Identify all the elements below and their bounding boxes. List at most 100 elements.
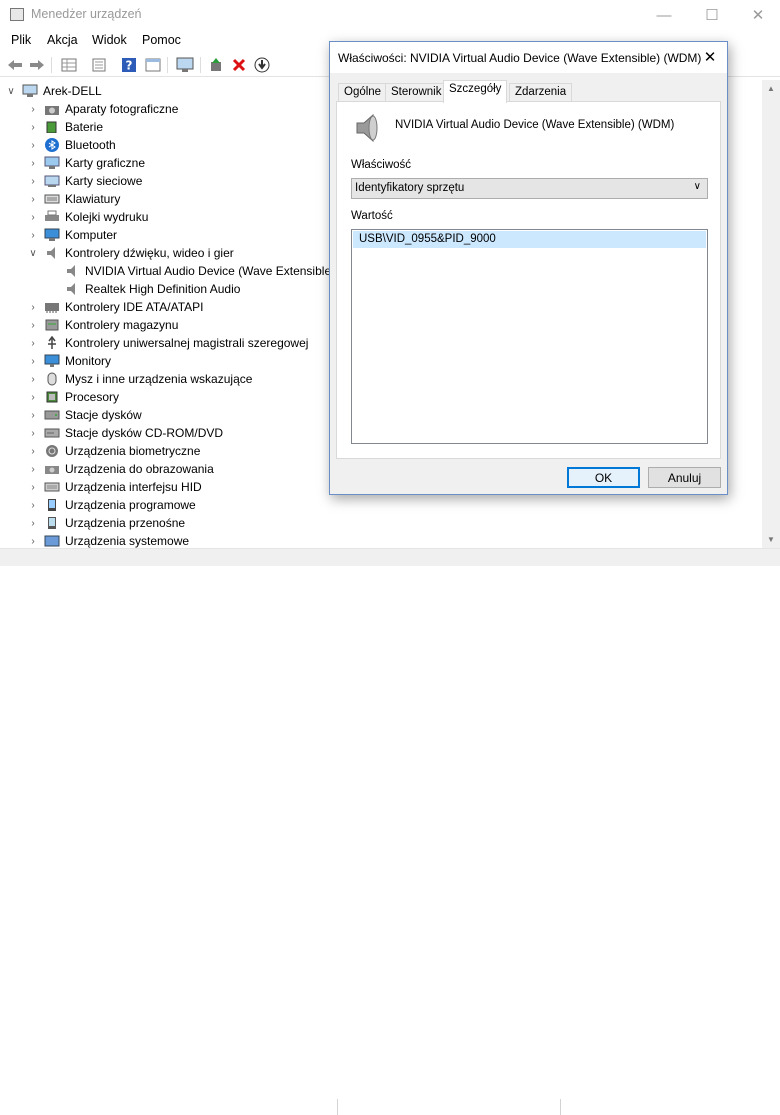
chevron-right-icon[interactable]: › [28,122,38,133]
list-icon[interactable] [90,56,108,73]
properties-grid-icon[interactable] [60,56,78,73]
cdrom-icon [44,426,60,440]
dialog-close-button[interactable]: ✕ [699,47,721,67]
tree-category[interactable]: › Karty sieciowe [28,172,142,190]
tree-category[interactable]: › Aparaty fotograficzne [28,100,178,118]
chevron-right-icon[interactable]: › [28,320,38,331]
show-hidden-icon[interactable] [144,56,162,73]
chevron-right-icon[interactable]: › [28,230,38,241]
monitor-icon[interactable] [176,56,194,73]
tree-category[interactable]: › Bluetooth [28,136,116,154]
tree-category[interactable]: › Mysz i inne urządzenia wskazujące [28,370,252,388]
chevron-right-icon[interactable]: › [28,176,38,187]
maximize-button[interactable]: ☐ [689,0,735,30]
value-list-item[interactable]: USB\VID_0955&PID_9000 [353,231,706,248]
speaker-icon [351,112,383,147]
menu-pomoc[interactable]: Pomoc [142,33,181,47]
chevron-right-icon[interactable]: › [28,518,38,529]
vertical-scrollbar[interactable]: ▲ ▼ [762,80,780,548]
chevron-right-icon[interactable]: › [28,536,38,547]
chevron-right-icon[interactable]: › [28,500,38,511]
tree-category[interactable]: › Urządzenia interfejsu HID [28,478,201,496]
tree-category[interactable]: › Procesory [28,388,119,406]
help-icon[interactable]: ? [120,56,138,73]
tree-category[interactable]: › Urządzenia do obrazowania [28,460,213,478]
usb-icon [44,336,60,350]
chevron-right-icon[interactable]: › [28,158,38,169]
tree-category-label: Kontrolery uniwersalnej magistrali szere… [65,336,309,350]
properties-dialog: Właściwości: NVIDIA Virtual Audio Device… [329,41,728,495]
svg-text:?: ? [126,58,133,72]
biometric-icon [44,444,60,458]
back-arrow-icon[interactable] [6,56,24,73]
ok-button[interactable]: OK [567,467,640,488]
scroll-up-icon[interactable]: ▲ [767,84,775,93]
chevron-right-icon[interactable]: › [28,374,38,385]
tree-category[interactable]: › Monitory [28,352,111,370]
dialog-title: Właściwości: NVIDIA Virtual Audio Device… [338,51,702,65]
tree-category[interactable]: › Urządzenia programowe [28,496,195,514]
tree-category[interactable]: › Kontrolery uniwersalnej magistrali szer… [28,334,308,352]
tab-sterownik[interactable]: Sterownik [385,83,448,102]
tree-category[interactable]: › Komputer [28,226,117,244]
menu-akcja[interactable]: Akcja [47,33,78,47]
tree-category[interactable]: ∨ Kontrolery dźwięku, wideo i gier [28,244,233,262]
chevron-down-icon[interactable]: ∨ [6,86,16,97]
tree-category[interactable]: › Klawiatury [28,190,120,208]
scroll-down-icon[interactable]: ▼ [767,535,775,544]
tree-category[interactable]: › Karty graficzne [28,154,145,172]
property-label: Właściwość [351,159,412,171]
tree-category-label: Komputer [65,228,118,242]
speaker-icon [64,282,80,296]
uninstall-icon[interactable] [230,56,248,73]
computer-icon [44,228,60,242]
forward-arrow-icon[interactable] [28,56,46,73]
property-select[interactable]: Identyfikatory sprzętu ∨ [351,178,708,199]
tree-device[interactable]: Realtek High Definition Audio [64,280,240,298]
chevron-right-icon[interactable]: › [28,410,38,421]
tree-category[interactable]: › Urządzenia przenośne [28,514,185,532]
cancel-button[interactable]: Anuluj [648,467,721,488]
device-name: NVIDIA Virtual Audio Device (Wave Extens… [395,119,675,131]
minimize-button[interactable]: — [641,0,687,30]
download-icon[interactable] [253,56,271,73]
chevron-right-icon[interactable]: › [28,392,38,403]
tree-category[interactable]: › Urządzenia systemowe [28,532,189,548]
chevron-right-icon[interactable]: › [28,356,38,367]
value-label: Wartość [351,210,393,222]
tree-category[interactable]: › Stacje dysków CD-ROM/DVD [28,424,223,442]
status-divider [560,1099,561,1115]
close-button[interactable]: ✕ [735,0,780,30]
chevron-right-icon[interactable]: › [28,140,38,151]
tree-root[interactable]: ∨ Arek-DELL [6,82,101,100]
chevron-right-icon[interactable]: › [28,446,38,457]
tree-category[interactable]: › Kontrolery magazynu [28,316,178,334]
tab-szczegoly[interactable]: Szczegóły [443,80,508,103]
tree-category[interactable]: › Kolejki wydruku [28,208,148,226]
chevron-right-icon[interactable]: › [28,194,38,205]
chevron-right-icon[interactable]: › [28,212,38,223]
tree-category[interactable]: › Kontrolery IDE ATA/ATAPI [28,298,203,316]
property-select-value: Identyfikatory sprzętu [355,182,465,194]
value-list[interactable]: USB\VID_0955&PID_9000 [351,229,708,444]
chevron-right-icon[interactable]: › [28,302,38,313]
chevron-right-icon[interactable]: › [28,104,38,115]
chevron-right-icon[interactable]: › [28,464,38,475]
tab-ogolne[interactable]: Ogólne [338,83,388,102]
chevron-right-icon[interactable]: › [28,482,38,493]
menu-plik[interactable]: Plik [11,33,31,47]
chevron-right-icon[interactable]: › [28,428,38,439]
update-driver-icon[interactable] [207,56,225,73]
tree-category-label: Monitory [65,354,112,368]
window-title: Menedżer urządzeń [31,7,142,21]
tree-category[interactable]: › Stacje dysków [28,406,141,424]
tree-category-label: Urządzenia przenośne [65,516,186,530]
tree-category[interactable]: › Baterie [28,118,103,136]
chevron-right-icon[interactable]: › [28,338,38,349]
tree-category[interactable]: › Urządzenia biometryczne [28,442,200,460]
chevron-down-icon[interactable]: ∨ [28,248,38,259]
tab-zdarzenia[interactable]: Zdarzenia [509,83,573,102]
bluetooth-icon [44,138,60,152]
menu-widok[interactable]: Widok [92,33,127,47]
tree-category-label: Bluetooth [65,138,116,152]
